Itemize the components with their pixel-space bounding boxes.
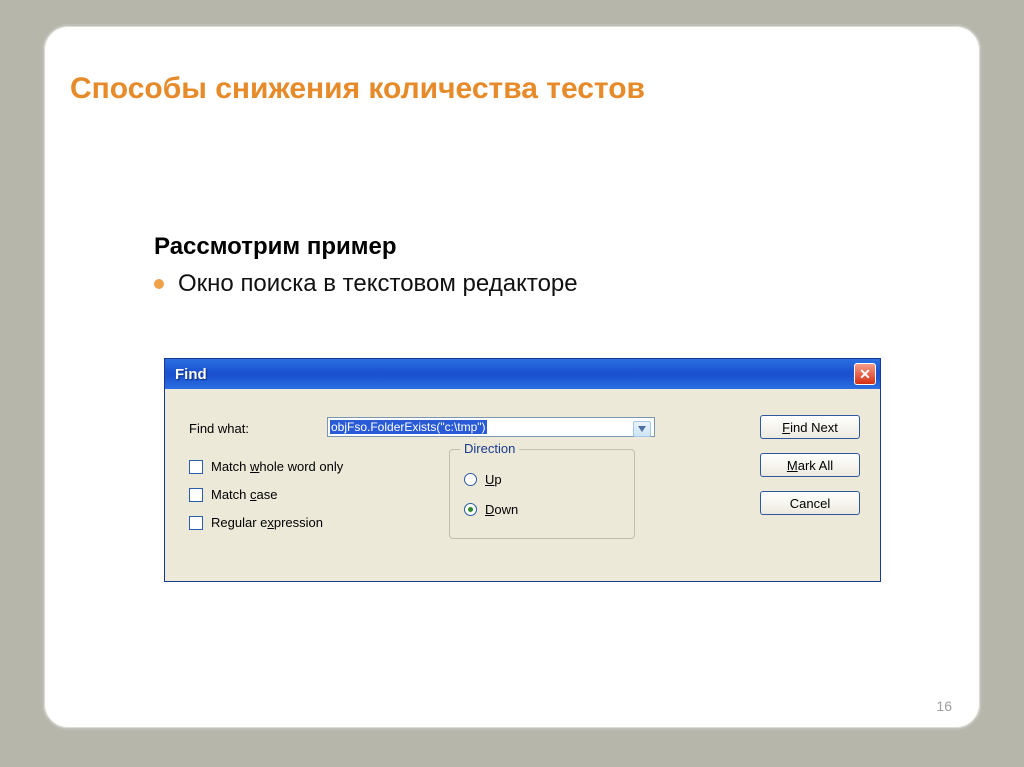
match-whole-word-checkbox[interactable]: Match whole word only [189, 459, 343, 474]
slide-title: Способы снижения количества тестов [70, 72, 645, 106]
find-dialog: Find ✕ Find what: objFso.FolderExists("c… [164, 358, 881, 582]
checkbox-icon [189, 460, 203, 474]
checkbox-label: Regular expression [211, 515, 323, 530]
checkbox-label: Match case [211, 487, 277, 502]
slide-subtitle: Рассмотрим пример [154, 233, 397, 261]
checkbox-icon [189, 516, 203, 530]
direction-legend: Direction [460, 441, 519, 456]
dialog-title: Find [175, 366, 207, 383]
close-button[interactable]: ✕ [854, 363, 876, 385]
bullet-text: Окно поиска в текстовом редакторе [178, 270, 578, 298]
radio-label: Down [485, 502, 518, 517]
chevron-down-icon [638, 426, 646, 432]
page-number: 16 [936, 698, 952, 714]
direction-groupbox: Direction Up Down [449, 449, 635, 539]
close-icon: ✕ [859, 367, 871, 381]
match-case-checkbox[interactable]: Match case [189, 487, 277, 502]
titlebar: Find ✕ [165, 359, 880, 389]
direction-down-radio[interactable]: Down [464, 502, 518, 517]
find-what-label: Find what: [189, 421, 249, 436]
dropdown-arrow-button[interactable] [633, 421, 651, 437]
find-what-input[interactable]: objFso.FolderExists("c:\tmp") [327, 417, 655, 437]
bullet-item: Окно поиска в текстовом редакторе [154, 270, 578, 298]
mark-all-button[interactable]: Mark All [760, 453, 860, 477]
find-next-button[interactable]: Find Next [760, 415, 860, 439]
slide-card: Способы снижения количества тестов Рассм… [42, 24, 982, 730]
direction-up-radio[interactable]: Up [464, 472, 502, 487]
radio-icon [464, 473, 477, 486]
button-column: Find Next Mark All Cancel [760, 415, 860, 515]
find-what-value: objFso.FolderExists("c:\tmp") [330, 420, 487, 434]
radio-icon [464, 503, 477, 516]
dialog-body: Find what: objFso.FolderExists("c:\tmp")… [165, 389, 880, 581]
regex-checkbox[interactable]: Regular expression [189, 515, 323, 530]
cancel-button[interactable]: Cancel [760, 491, 860, 515]
radio-label: Up [485, 472, 502, 487]
checkbox-icon [189, 488, 203, 502]
bullet-dot-icon [154, 279, 164, 289]
checkbox-label: Match whole word only [211, 459, 343, 474]
